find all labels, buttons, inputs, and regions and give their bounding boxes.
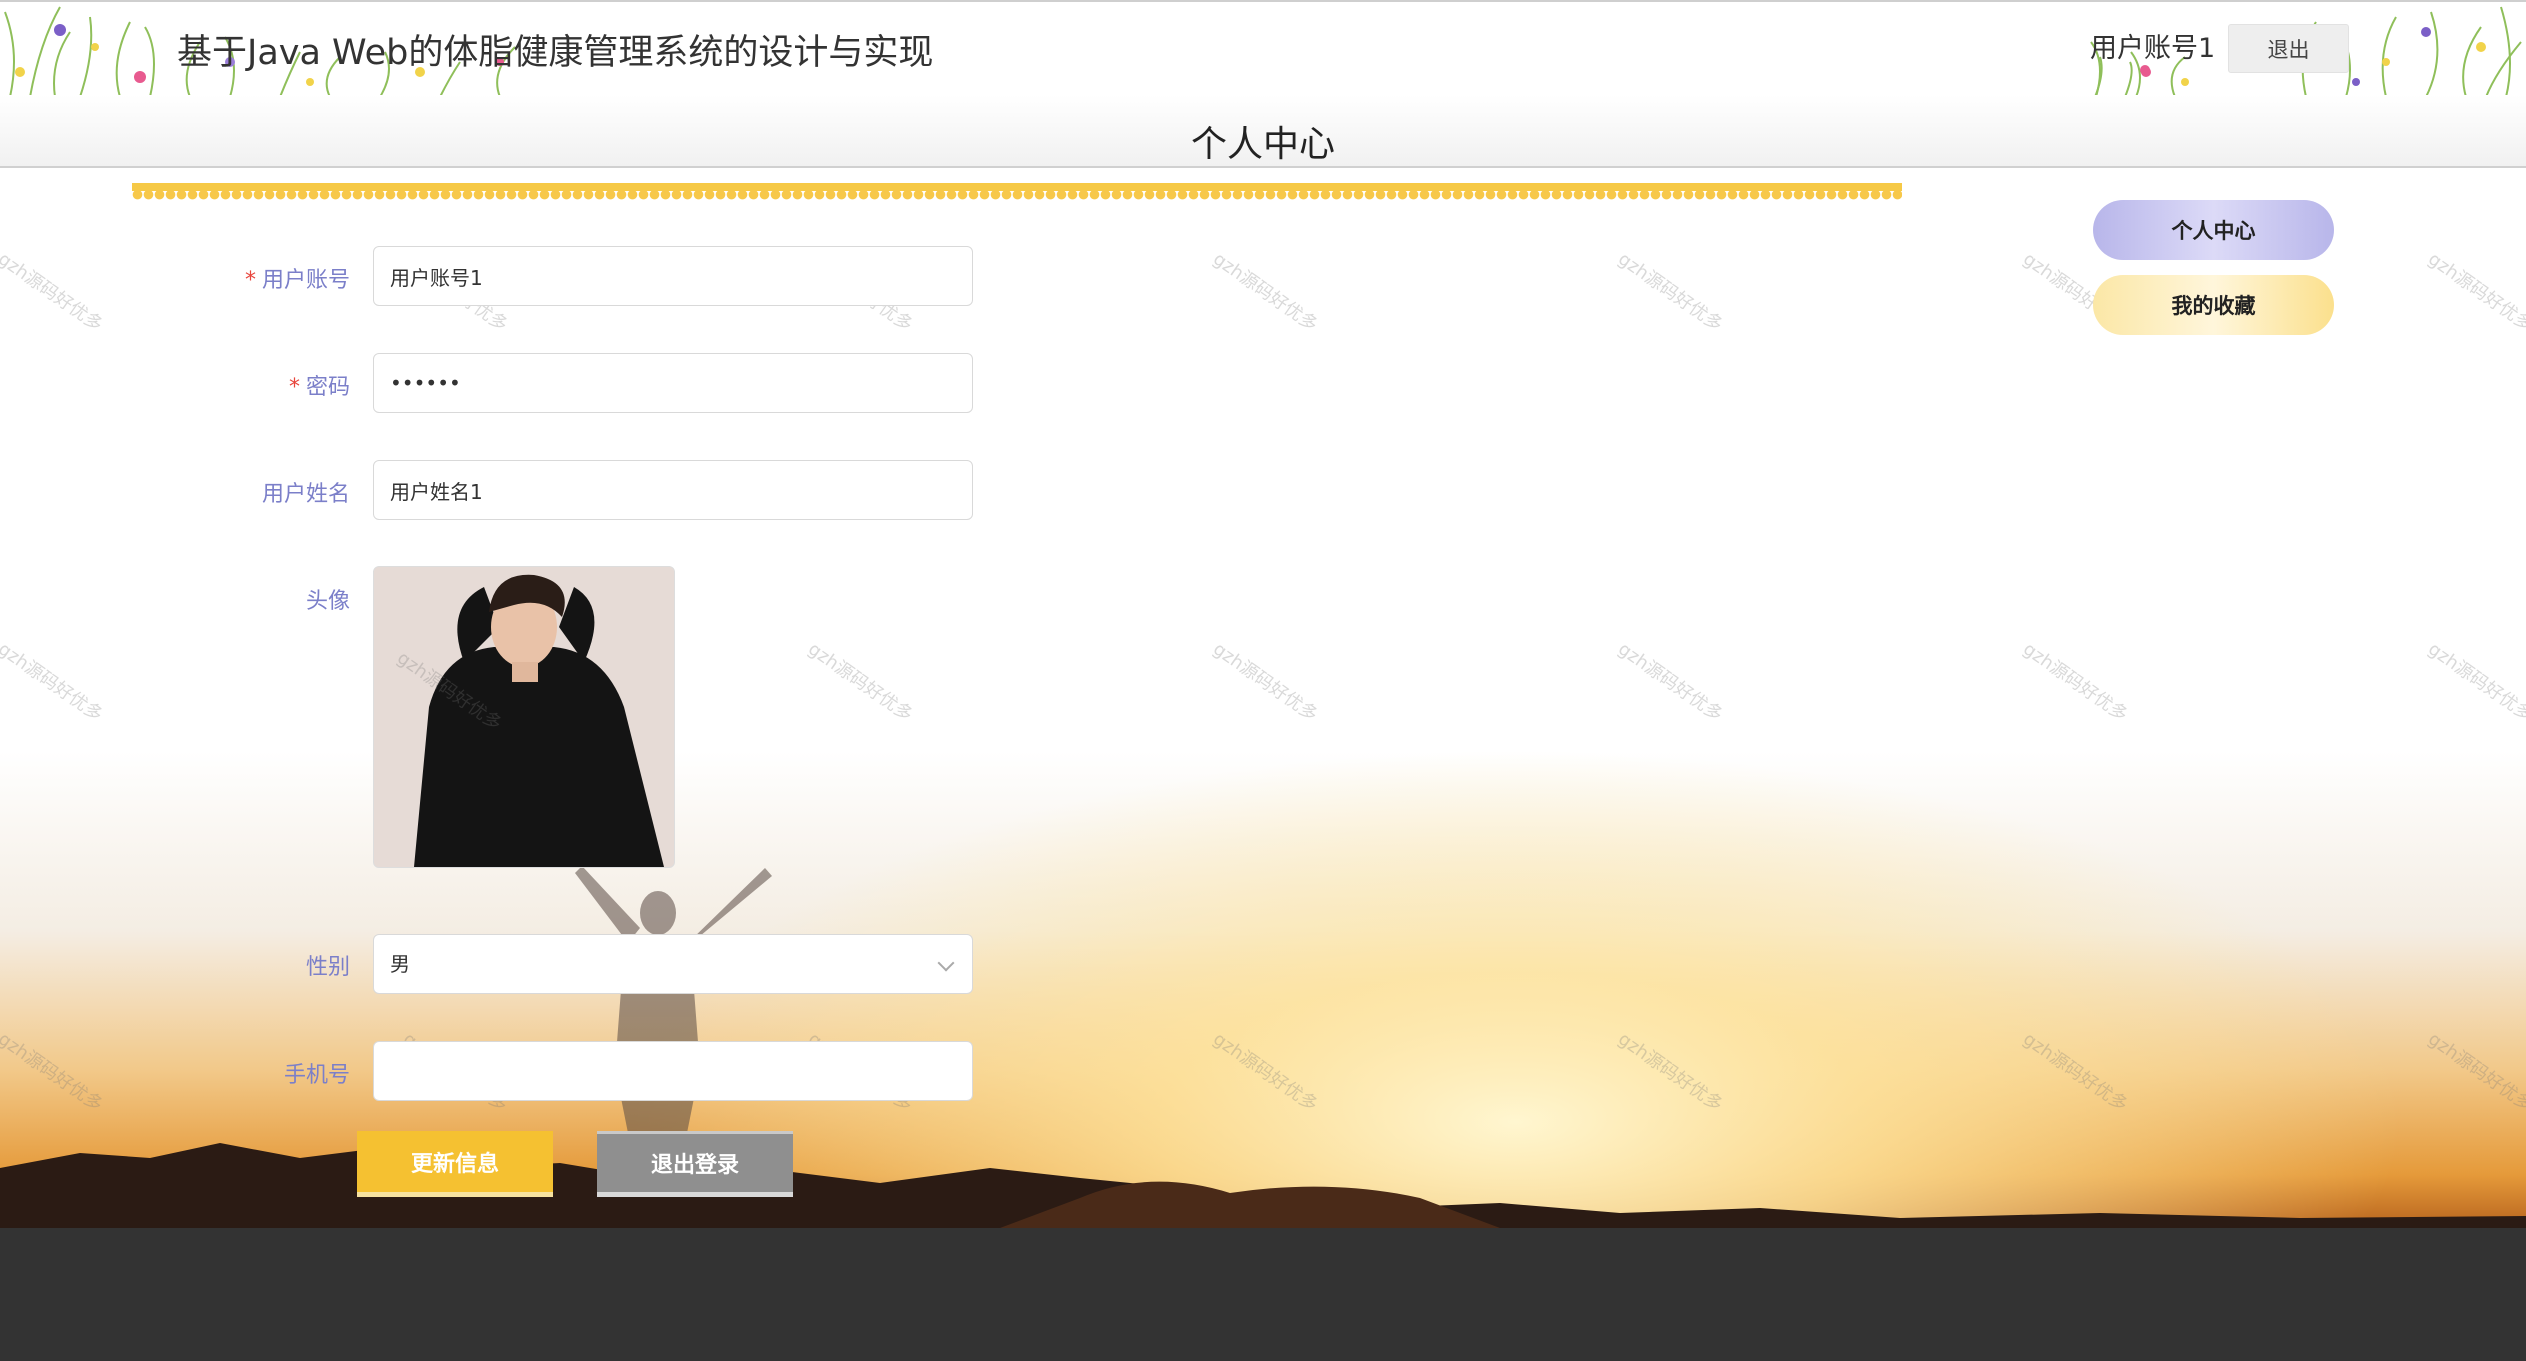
logout-button[interactable]: 退出 [2228,24,2349,73]
scallop-border-decoration [132,183,1902,203]
logout-account-button[interactable]: 退出登录 [597,1131,793,1197]
phone-input[interactable] [373,1041,973,1101]
system-title: 基于Java Web的体脂健康管理系统的设计与实现 [177,33,934,73]
chevron-down-icon [937,954,955,972]
name-label: 用户姓名 [261,482,350,507]
avatar-image[interactable]: gzh源码好优多 [373,566,675,868]
side-menu-personal-center[interactable]: 个人中心 [2093,200,2334,260]
avatar-label: 头像 [305,589,350,614]
side-menu-my-favorites[interactable]: 我的收藏 [2093,275,2334,335]
gender-select[interactable]: 男 [373,934,973,994]
top-navbar: 基于Java Web的体脂健康管理系统的设计与实现 用户账号1 退出 [0,0,2526,97]
section-header: 个人中心 [0,95,2526,168]
update-info-button[interactable]: 更新信息 [357,1131,553,1197]
required-mark: * [288,375,300,400]
current-username: 用户账号1 [2090,33,2216,64]
page-title: 个人中心 [1190,124,1335,165]
phone-label: 手机号 [283,1063,350,1088]
gender-label: 性别 [305,955,350,980]
footer [0,1228,2526,1361]
password-input[interactable] [373,353,973,413]
account-label: * 用户账号 [244,268,350,293]
password-label: * 密码 [288,375,350,400]
account-input[interactable] [373,246,973,306]
name-input[interactable] [373,460,973,520]
gender-selected-value: 男 [390,952,410,976]
required-mark: * [244,268,256,293]
avatar-photo [374,567,674,867]
